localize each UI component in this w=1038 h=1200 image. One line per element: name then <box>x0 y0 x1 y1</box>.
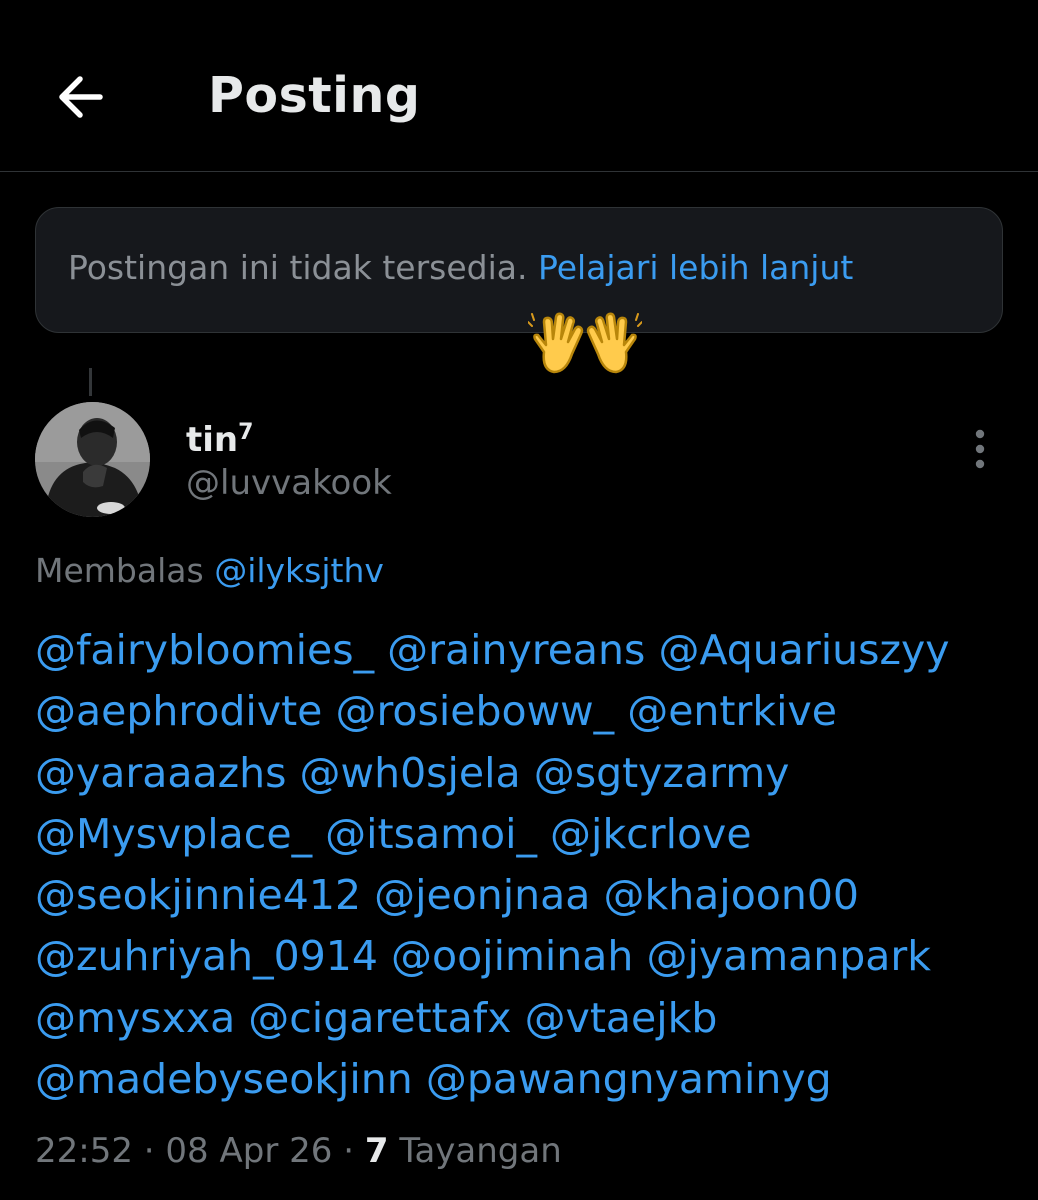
mention-line: @Mysvplace_ @itsamoi_ @jkcrlove <box>35 804 1025 865</box>
mention-link[interactable]: @Aquariuszyy <box>658 626 949 674</box>
replying-to-label: Membalas <box>35 551 204 590</box>
mention-link[interactable]: @yaraaazhs <box>35 749 287 797</box>
mention-link[interactable]: @rosieboww_ <box>335 687 614 735</box>
mention-link[interactable]: @jkcrlove <box>550 810 752 858</box>
author-handle[interactable]: @luvvakook <box>186 460 392 506</box>
avatar[interactable] <box>35 402 150 517</box>
mention-link[interactable]: @rainyreans <box>387 626 645 674</box>
more-options-button[interactable] <box>960 426 1000 472</box>
mention-link[interactable]: @aephrodivte <box>35 687 322 735</box>
mention-line: @aephrodivte @rosieboww_ @entrkive <box>35 681 1025 742</box>
top-bar: Posting <box>0 0 1038 172</box>
mention-link[interactable]: @wh0sjela <box>300 749 521 797</box>
notice-text-row: Postingan ini tidak tersedia. Pelajari l… <box>68 246 853 290</box>
author-name-superscript: 7 <box>238 420 254 445</box>
raising-hands-icon <box>528 312 642 378</box>
mention-line: @mysxxa @cigarettafx @vtaejkb <box>35 988 1025 1049</box>
author-display-name[interactable]: tin7 <box>186 410 253 463</box>
mention-link[interactable]: @Mysvplace_ <box>35 810 312 858</box>
mention-link[interactable]: @jeonjnaa <box>374 871 590 919</box>
views-count[interactable]: 7 <box>365 1131 389 1171</box>
unavailable-post-notice: Postingan ini tidak tersedia. Pelajari l… <box>35 207 1003 333</box>
right-hand <box>586 312 637 374</box>
mention-line: @seokjinnie412 @jeonjnaa @khajoon00 <box>35 865 1025 926</box>
mention-line: @fairybloomies_ @rainyreans @Aquariuszyy <box>35 620 1025 681</box>
mention-link[interactable]: @zuhriyah_0914 <box>35 932 378 980</box>
mention-link[interactable]: @mysxxa <box>35 994 235 1042</box>
author-name: tin <box>186 420 239 460</box>
reply-target-link[interactable]: @ilyksjthv <box>214 551 384 590</box>
mention-link[interactable]: @entrkive <box>627 687 837 735</box>
mention-link[interactable]: @pawangnyaminyg <box>426 1055 832 1103</box>
mention-link[interactable]: @fairybloomies_ <box>35 626 374 674</box>
profile-photo-icon <box>35 402 150 517</box>
post-time: 22:52 <box>35 1131 133 1171</box>
mention-link[interactable]: @madebyseokjinn <box>35 1055 413 1103</box>
mention-link[interactable]: @jyamanpark <box>646 932 931 980</box>
back-button[interactable] <box>50 66 112 128</box>
notice-message: Postingan ini tidak tersedia. <box>68 248 528 287</box>
replying-to: Membalas @ilyksjthv <box>35 548 384 594</box>
thread-connector-line <box>89 368 92 396</box>
views-label: Tayangan <box>399 1131 562 1171</box>
mention-link[interactable]: @vtaejkb <box>525 994 718 1042</box>
mention-link[interactable]: @oojiminah <box>391 932 633 980</box>
post-metadata: 22:52 · 08 Apr 26 · 7 Tayangan <box>35 1128 562 1174</box>
more-vertical-icon <box>975 429 985 469</box>
post-date: 08 Apr 26 <box>165 1131 333 1171</box>
mention-link[interactable]: @cigarettafx <box>248 994 511 1042</box>
mention-link[interactable]: @seokjinnie412 <box>35 871 361 919</box>
meta-separator: · <box>343 1131 355 1171</box>
page-title: Posting <box>208 67 421 124</box>
mention-line: @zuhriyah_0914 @oojiminah @jyamanpark <box>35 926 1025 987</box>
mention-line: @yaraaazhs @wh0sjela @sgtyzarmy <box>35 743 1025 804</box>
mention-link[interactable]: @itsamoi_ <box>325 810 537 858</box>
post-text: @fairybloomies_ @rainyreans @Aquariuszyy… <box>35 620 1025 1110</box>
left-hand <box>533 312 584 374</box>
learn-more-link[interactable]: Pelajari lebih lanjut <box>538 248 853 287</box>
mention-line: @madebyseokjinn @pawangnyaminyg <box>35 1049 1025 1110</box>
mention-link[interactable]: @sgtyzarmy <box>534 749 790 797</box>
mention-link[interactable]: @khajoon00 <box>603 871 859 919</box>
meta-separator: · <box>143 1131 155 1171</box>
arrow-left-icon <box>59 76 103 118</box>
